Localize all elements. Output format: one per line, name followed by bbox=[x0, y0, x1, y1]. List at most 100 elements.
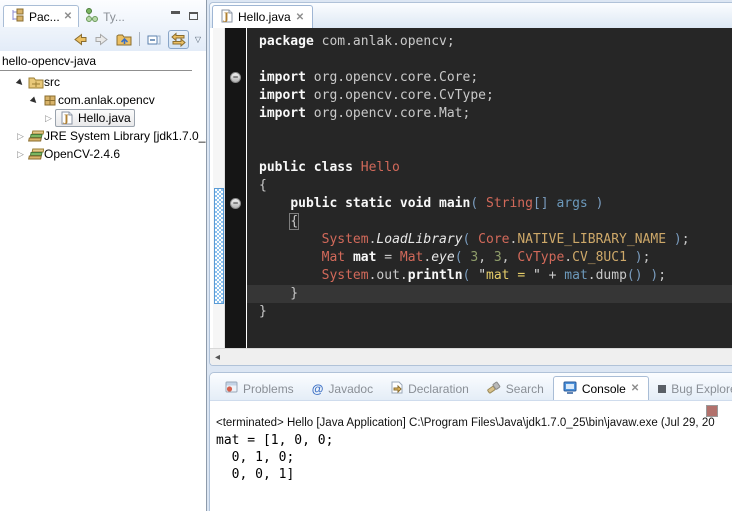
tree-item-opencv-2-4-6[interactable]: ▷ OpenCV-2.4.6 bbox=[0, 145, 206, 163]
selected-item-box: J Hello.java bbox=[55, 109, 135, 127]
tree-item-jre-system-library-jdk1-7-0-25-[interactable]: ▷ JRE System Library [jdk1.7.0_25] bbox=[0, 127, 206, 145]
eclipse-window: Pac... ✕ Ty... ▽ bbox=[0, 0, 732, 511]
minimize-icon[interactable] bbox=[171, 11, 180, 21]
project-tree[interactable]: ▶src▶com.anlak.opencv▷JHello.java▷JRE Sy… bbox=[0, 71, 206, 163]
horizontal-scrollbar[interactable]: ◂ bbox=[210, 348, 732, 365]
code-line: { bbox=[247, 177, 732, 195]
up-icon[interactable] bbox=[116, 32, 133, 47]
tree-item-label: src bbox=[44, 75, 60, 89]
tab-label: Bug Explorer bbox=[671, 382, 732, 396]
code-line-current: } bbox=[247, 285, 732, 303]
tab-package-explorer[interactable]: Pac... ✕ bbox=[3, 5, 79, 27]
editor-body[interactable]: −− package com.anlak.opencv;import org.o… bbox=[210, 28, 732, 348]
code-line bbox=[247, 141, 732, 159]
code-line: public class Hello bbox=[247, 159, 732, 177]
library-icon bbox=[27, 148, 44, 161]
bug-icon bbox=[658, 382, 666, 396]
tab-bug-explorer[interactable]: Bug Explorer bbox=[649, 377, 732, 400]
tree-item-com-anlak-opencv[interactable]: ▶ com.anlak.opencv bbox=[0, 91, 206, 109]
tab-console[interactable]: Console ✕ bbox=[553, 376, 649, 400]
bottom-tab-bar: Problems@JavadocDeclarationSearchConsole… bbox=[210, 373, 732, 401]
package-explorer-header: Pac... ✕ Ty... ▽ bbox=[0, 0, 206, 51]
tree-item-src[interactable]: ▶ src bbox=[0, 73, 206, 91]
project-root-item[interactable]: hello-opencv-java bbox=[0, 51, 206, 70]
package-folder-icon bbox=[27, 76, 44, 89]
tab-label: Hello.java bbox=[238, 10, 291, 24]
tab-label: Pac... bbox=[29, 10, 60, 24]
console-icon bbox=[563, 381, 577, 397]
java-file-icon: J bbox=[221, 9, 233, 26]
back-icon[interactable] bbox=[72, 32, 88, 47]
package-explorer-panel: Pac... ✕ Ty... ▽ bbox=[0, 0, 207, 511]
code-line bbox=[247, 51, 732, 69]
expand-arrow-icon[interactable]: ▷ bbox=[42, 113, 55, 124]
tab-hello-java[interactable]: J Hello.java ✕ bbox=[212, 5, 313, 28]
console-view[interactable]: <terminated> Hello [Java Application] C:… bbox=[210, 417, 732, 483]
fold-collapse-icon[interactable]: − bbox=[230, 198, 241, 209]
library-icon bbox=[27, 130, 44, 143]
terminate-icon[interactable] bbox=[706, 405, 718, 417]
svg-text:J: J bbox=[63, 114, 69, 125]
problems-icon bbox=[225, 381, 238, 396]
close-icon[interactable]: ✕ bbox=[296, 12, 304, 23]
expand-arrow-icon[interactable]: ▷ bbox=[14, 149, 27, 160]
tree-item-hello-java[interactable]: ▷ J Hello.java bbox=[0, 109, 206, 127]
declaration-icon bbox=[391, 381, 403, 397]
expand-arrow-icon[interactable]: ▶ bbox=[13, 74, 29, 90]
view-window-buttons bbox=[171, 11, 206, 27]
code-line: import org.opencv.core.Core; bbox=[247, 69, 732, 87]
code-line bbox=[247, 123, 732, 141]
tab-javadoc[interactable]: @ Javadoc bbox=[303, 377, 382, 400]
tab-label: Ty... bbox=[103, 10, 125, 24]
code-area[interactable]: package com.anlak.opencv; import org.open… bbox=[246, 28, 732, 348]
editor-panel: J Hello.java ✕ −− package com.anlak.open… bbox=[209, 2, 732, 366]
close-icon[interactable]: ✕ bbox=[631, 383, 639, 394]
tree-item-label: JRE System Library [jdk1.7.0_25] bbox=[44, 129, 206, 143]
tab-label: Declaration bbox=[408, 382, 469, 396]
scroll-left-arrow-icon[interactable]: ◂ bbox=[215, 352, 220, 363]
tab-label: Javadoc bbox=[328, 382, 373, 396]
console-toolbar bbox=[210, 401, 732, 417]
range-indicator bbox=[214, 188, 224, 304]
editor-tab-bar: J Hello.java ✕ bbox=[210, 3, 732, 28]
tab-problems[interactable]: Problems bbox=[216, 377, 303, 400]
tree-item-label: OpenCV-2.4.6 bbox=[44, 147, 120, 161]
code-line: { bbox=[247, 213, 732, 231]
code-line: import org.opencv.core.Mat; bbox=[247, 105, 732, 123]
code-line: System.out.println( "mat = " + mat.dump(… bbox=[247, 267, 732, 285]
view-menu-icon[interactable]: ▽ bbox=[195, 35, 201, 44]
tree-item-label: Hello.java bbox=[78, 111, 131, 125]
type-hierarchy-icon bbox=[85, 8, 99, 25]
code-line: import org.opencv.core.CvType; bbox=[247, 87, 732, 105]
code-line: Mat mat = Mat.eye( 3, 3, CvType.CV_8UC1 … bbox=[247, 249, 732, 267]
svg-text:J: J bbox=[223, 12, 229, 23]
tab-declaration[interactable]: Declaration bbox=[382, 377, 478, 400]
package-icon bbox=[41, 94, 58, 107]
package-explorer-toolbar: ▽ bbox=[0, 27, 206, 51]
package-explorer-icon bbox=[10, 8, 25, 25]
tree-item-label: com.anlak.opencv bbox=[58, 93, 155, 107]
javadoc-icon: @ bbox=[312, 382, 324, 396]
console-process-header: <terminated> Hello [Java Application] C:… bbox=[216, 417, 732, 432]
fold-collapse-icon[interactable]: − bbox=[230, 72, 241, 83]
left-tab-bar: Pac... ✕ Ty... bbox=[0, 3, 206, 27]
tab-search[interactable]: Search bbox=[478, 377, 553, 400]
collapse-all-icon[interactable] bbox=[146, 32, 162, 47]
forward-icon[interactable] bbox=[94, 32, 110, 47]
java-file-icon: J bbox=[58, 111, 75, 125]
code-line: package com.anlak.opencv; bbox=[247, 33, 732, 51]
code-line: public static void main( String[] args ) bbox=[247, 195, 732, 213]
expand-arrow-icon[interactable]: ▷ bbox=[14, 131, 27, 142]
annotation-ruler[interactable] bbox=[213, 28, 225, 348]
tab-label: Console bbox=[582, 382, 626, 396]
expand-arrow-icon[interactable]: ▶ bbox=[27, 92, 43, 108]
search-icon bbox=[487, 381, 501, 397]
console-output: mat = [1, 0, 0; 0, 1, 0; 0, 0, 1] bbox=[216, 432, 732, 483]
folding-gutter[interactable]: −− bbox=[225, 28, 246, 348]
link-with-editor-icon[interactable] bbox=[168, 30, 189, 49]
tab-type-hierarchy[interactable]: Ty... bbox=[79, 6, 131, 27]
code-line: System.LoadLibrary( Core.NATIVE_LIBRARY_… bbox=[247, 231, 732, 249]
code-line: } bbox=[247, 303, 732, 321]
close-icon[interactable]: ✕ bbox=[64, 11, 72, 22]
maximize-icon[interactable] bbox=[189, 12, 198, 20]
